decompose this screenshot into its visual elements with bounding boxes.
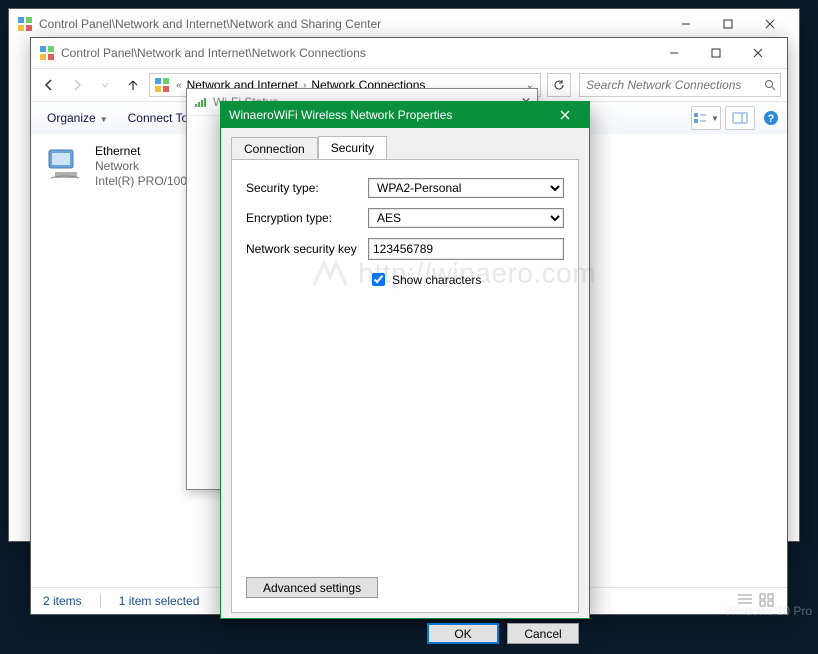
control-panel-icon [154,77,170,93]
maximize-button[interactable] [695,39,737,67]
large-icons-view-button[interactable] [759,593,775,610]
dialog-title: WinaeroWiFi Wireless Network Properties [229,108,549,122]
cancel-button[interactable]: Cancel [507,623,579,644]
encryption-type-select[interactable]: AES [368,208,564,228]
show-characters-label: Show characters [392,273,481,287]
item-count: 2 items [43,594,82,608]
selection-count: 1 item selected [119,594,200,608]
ok-button[interactable]: OK [427,623,499,644]
dialog-titlebar[interactable]: WinaeroWiFi Wireless Network Properties [221,102,589,128]
window-title: Control Panel\Network and Internet\Netwo… [61,46,653,60]
titlebar[interactable]: Control Panel\Network and Internet\Netwo… [31,38,787,69]
search-box[interactable] [579,73,781,97]
close-button[interactable] [737,39,779,67]
forward-button[interactable] [65,73,89,97]
titlebar[interactable]: Control Panel\Network and Internet\Netwo… [9,9,799,40]
security-type-select[interactable]: WPA2-Personal [368,178,564,198]
root-chevron[interactable]: « [174,80,184,91]
tab-strip: Connection Security [221,128,589,159]
search-icon[interactable] [760,79,780,91]
window-title: Control Panel\Network and Internet\Netwo… [39,17,665,31]
security-tab-page: Security type: WPA2-Personal Encryption … [231,159,579,613]
svg-text:?: ? [768,113,775,125]
close-button[interactable] [549,102,581,128]
network-key-label: Network security key [246,242,368,256]
tab-security[interactable]: Security [318,136,387,159]
maximize-button[interactable] [707,10,749,38]
back-button[interactable] [37,73,61,97]
minimize-button[interactable] [653,39,695,67]
encryption-type-label: Encryption type: [246,211,368,225]
close-button[interactable] [749,10,791,38]
wifi-icon [193,94,209,110]
tab-connection[interactable]: Connection [231,137,318,160]
network-key-input[interactable] [368,238,564,260]
details-view-button[interactable] [737,593,753,610]
control-panel-icon [17,16,33,32]
show-characters-checkbox[interactable] [372,273,385,286]
wireless-properties-dialog: WinaeroWiFi Wireless Network Properties … [220,101,590,619]
control-panel-icon [39,45,55,61]
history-dropdown[interactable] [93,73,117,97]
minimize-button[interactable] [665,10,707,38]
help-button[interactable]: ? [761,108,781,128]
advanced-settings-button[interactable]: Advanced settings [246,577,378,598]
view-options-button[interactable]: ▼ [691,106,721,130]
refresh-button[interactable] [547,73,571,97]
search-input[interactable] [580,76,760,94]
ethernet-adapter-icon [45,144,85,184]
security-type-label: Security type: [246,181,368,195]
organize-button[interactable]: Organize▼ [37,107,118,129]
preview-pane-button[interactable] [725,106,755,130]
up-button[interactable] [121,73,145,97]
